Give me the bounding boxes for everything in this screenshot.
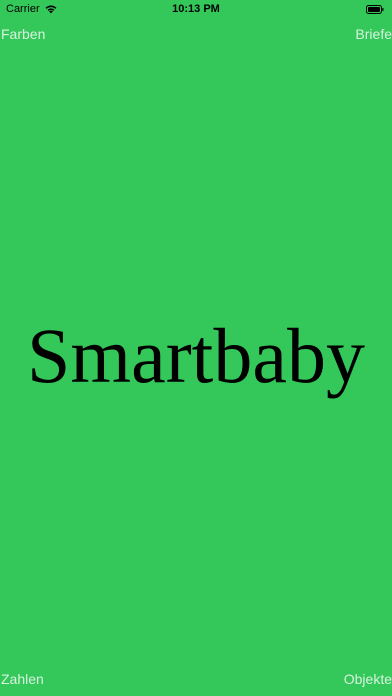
- farben-button[interactable]: Farben: [1, 26, 45, 42]
- status-bar: Carrier 10:13 PM: [0, 0, 392, 20]
- zahlen-button[interactable]: Zahlen: [1, 671, 44, 687]
- clock: 10:13 PM: [172, 3, 220, 15]
- app-title: Smartbaby: [27, 312, 365, 399]
- objekte-button[interactable]: Objekte: [344, 671, 392, 687]
- briefe-button[interactable]: Briefe: [355, 26, 392, 42]
- battery-icon: [366, 5, 384, 14]
